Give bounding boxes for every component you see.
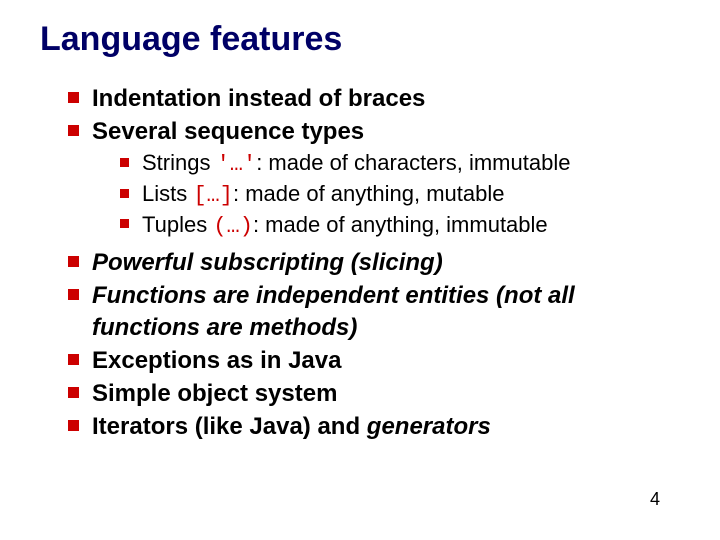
- bullet-item: Exceptions as in Java: [68, 345, 680, 376]
- slide: Language features Indentation instead of…: [0, 0, 720, 540]
- bullet-item: Powerful subscripting (slicing): [68, 247, 680, 278]
- bullet-text: Iterators (like Java) and: [92, 413, 367, 440]
- bullet-item: Indentation instead of braces: [68, 83, 680, 114]
- bullet-item: Iterators (like Java) and generators: [68, 411, 680, 442]
- sub-text: : made of characters, immutable: [256, 150, 570, 175]
- sub-bullet-item: Tuples (…): made of anything, immutable: [120, 211, 680, 242]
- code-literal: '…': [217, 152, 257, 177]
- page-number: 4: [650, 489, 660, 510]
- bullet-text: Indentation instead of braces: [92, 85, 425, 112]
- slide-title: Language features: [40, 20, 680, 59]
- sub-bullet-item: Lists […]: made of anything, mutable: [120, 180, 680, 211]
- sub-text: Tuples: [142, 212, 213, 237]
- code-literal: (…): [213, 214, 253, 239]
- bullet-item: Functions are independent entities (not …: [68, 280, 680, 342]
- code-literal: […]: [193, 183, 233, 208]
- sub-bullet-item: Strings '…': made of characters, immutab…: [120, 149, 680, 180]
- sub-text: Lists: [142, 181, 193, 206]
- bullet-text: Simple object system: [92, 380, 337, 407]
- bullet-text: Exceptions as in Java: [92, 347, 341, 374]
- bullet-item: Several sequence types Strings '…': made…: [68, 116, 680, 241]
- bullet-emphasis: generators: [367, 413, 491, 440]
- sub-text: Strings: [142, 150, 217, 175]
- bullet-text: Powerful subscripting (slicing): [92, 249, 443, 276]
- bullet-text: Several sequence types: [92, 118, 364, 145]
- sub-bullet-list: Strings '…': made of characters, immutab…: [92, 149, 680, 241]
- bullet-text: Functions are independent entities (not …: [92, 282, 575, 340]
- bullet-list: Indentation instead of braces Several se…: [40, 83, 680, 442]
- sub-text: : made of anything, mutable: [233, 181, 505, 206]
- sub-text: : made of anything, immutable: [253, 212, 548, 237]
- bullet-item: Simple object system: [68, 378, 680, 409]
